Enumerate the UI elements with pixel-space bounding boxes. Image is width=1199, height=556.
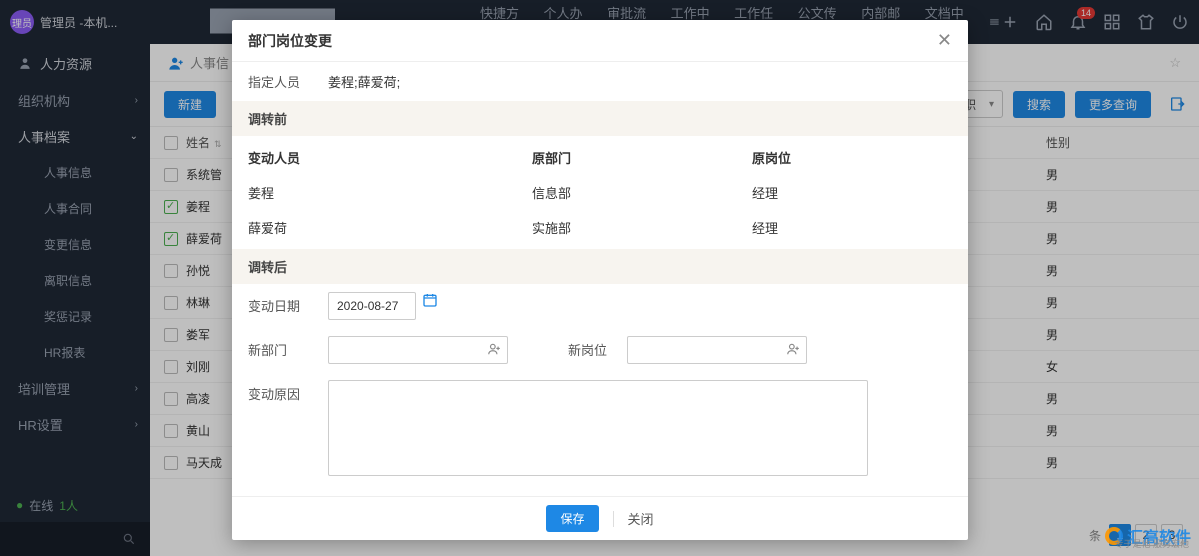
person-picker-icon[interactable]: [487, 342, 501, 359]
assigned-value: 姜程;薛爱荷;: [328, 72, 400, 91]
newpost-input[interactable]: [627, 336, 807, 364]
save-button[interactable]: 保存: [546, 505, 598, 532]
dept-post-row: 新部门 新岗位: [232, 328, 968, 372]
close-icon[interactable]: ✕: [937, 30, 952, 51]
modal-footer: 保存 关闭: [232, 496, 968, 540]
watermark-logo: 汇高软件 专于是他 服务宏他: [1105, 524, 1191, 548]
person-picker-icon[interactable]: [786, 342, 800, 359]
before-table: 变动人员 原部门 原岗位 姜程信息部经理薛爱荷实施部经理: [232, 136, 968, 249]
reason-label: 变动原因: [248, 380, 308, 403]
reason-row: 变动原因: [232, 372, 968, 484]
date-input[interactable]: 2020-08-27: [328, 292, 416, 320]
date-row: 变动日期 2020-08-27: [232, 284, 968, 328]
close-button[interactable]: 关闭: [628, 509, 654, 528]
modal-body: 指定人员 姜程;薛爱荷; 调转前 变动人员 原部门 原岗位 姜程信息部经理薛爱荷…: [232, 62, 968, 496]
after-section-header: 调转后: [232, 249, 968, 284]
calendar-icon[interactable]: [422, 292, 438, 308]
newdept-label: 新部门: [248, 336, 308, 359]
dept-change-modal: 部门岗位变更 ✕ 指定人员 姜程;薛爱荷; 调转前 变动人员 原部门 原岗位 姜…: [232, 20, 968, 540]
reason-textarea[interactable]: [328, 380, 868, 476]
before-table-header: 变动人员 原部门 原岗位: [232, 140, 968, 175]
modal-header: 部门岗位变更 ✕: [232, 20, 968, 62]
assigned-label: 指定人员: [248, 72, 308, 91]
before-table-row: 姜程信息部经理: [232, 175, 968, 210]
before-section-header: 调转前: [232, 101, 968, 136]
newdept-input[interactable]: [328, 336, 508, 364]
modal-title: 部门岗位变更: [248, 31, 332, 51]
assigned-row: 指定人员 姜程;薛爱荷;: [232, 62, 968, 101]
before-table-row: 薛爱荷实施部经理: [232, 210, 968, 245]
divider: [613, 511, 614, 527]
date-label: 变动日期: [248, 292, 308, 315]
newpost-label: 新岗位: [568, 336, 607, 359]
